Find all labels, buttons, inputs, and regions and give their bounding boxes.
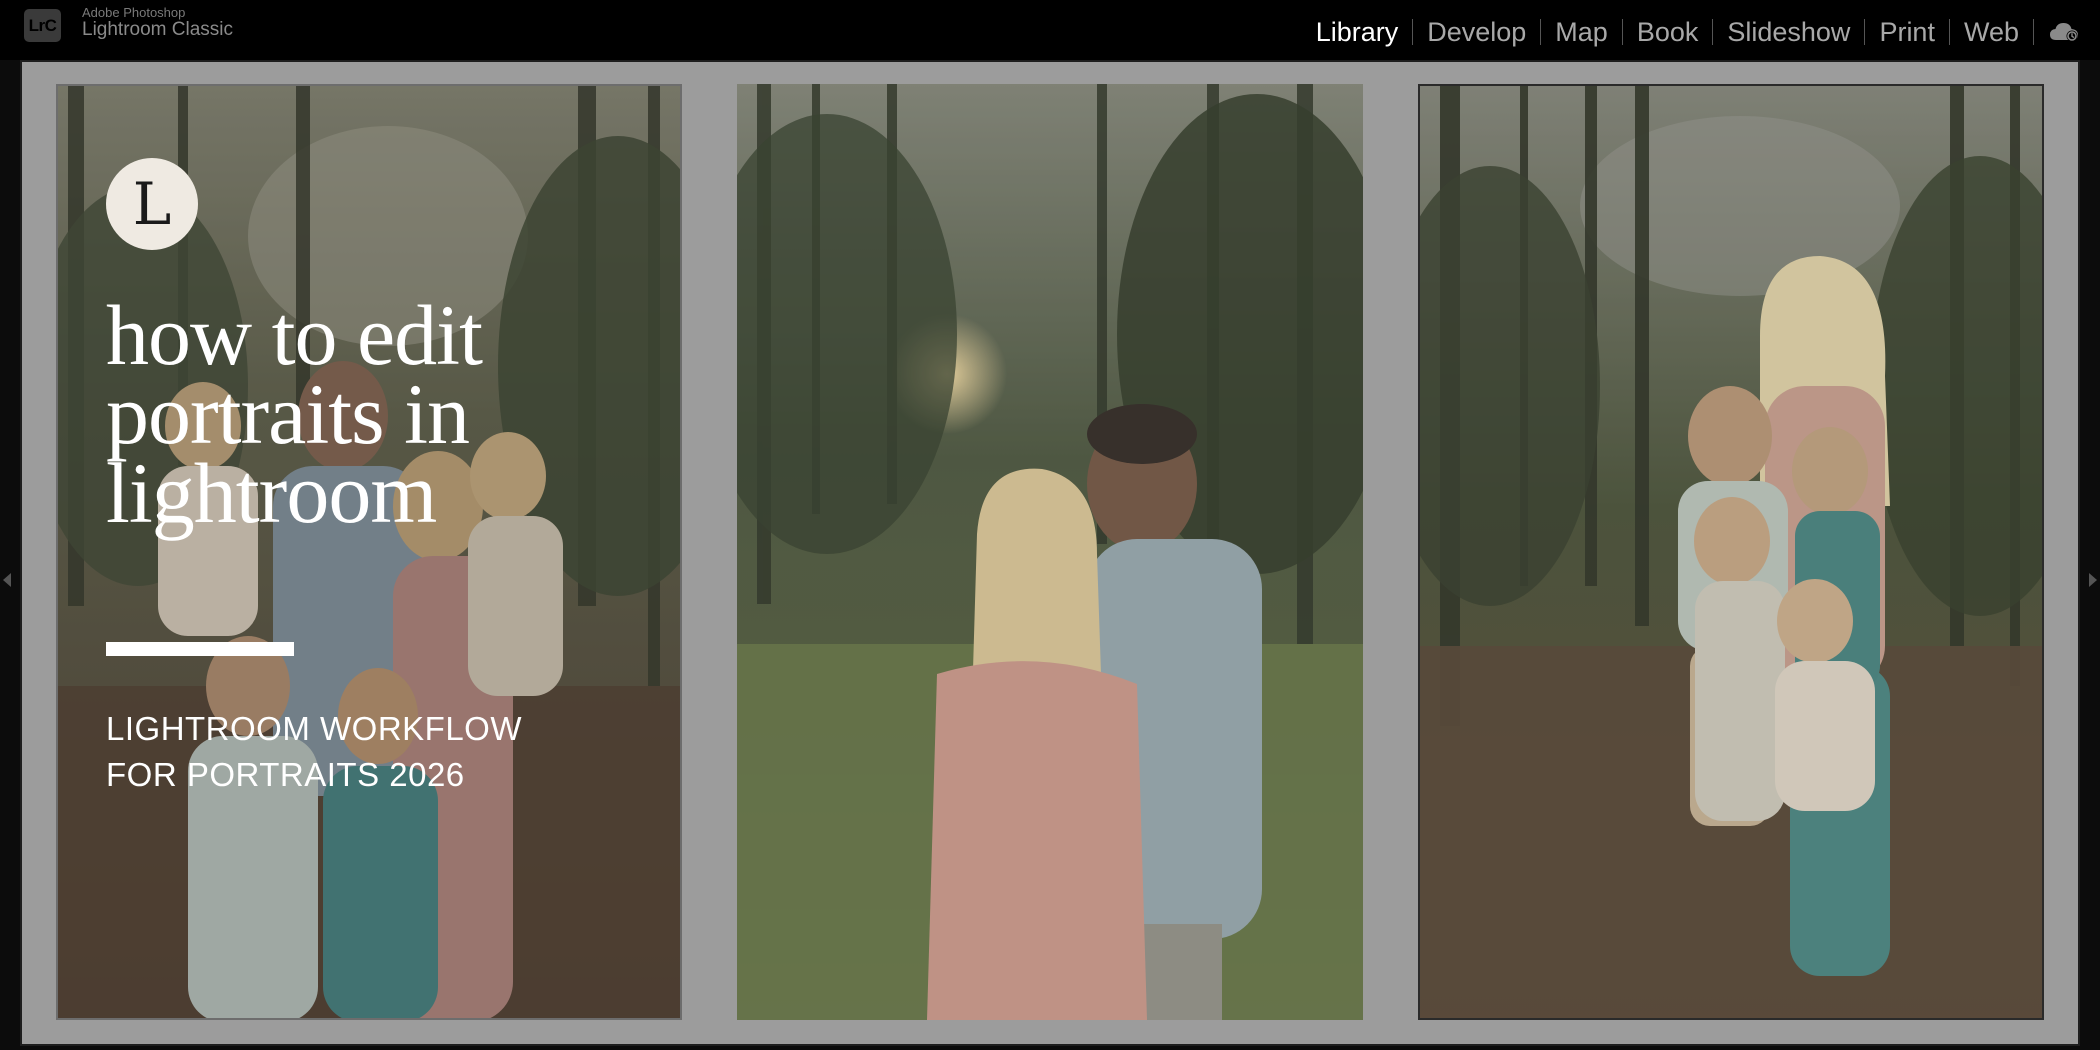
module-library[interactable]: Library xyxy=(1302,17,1413,48)
overlay-headline: how to edit portraits in lightroom xyxy=(106,287,483,542)
app-vendor-label: Adobe Photoshop xyxy=(82,5,186,20)
module-bar: LrC Adobe Photoshop Lightroom Classic Li… xyxy=(0,0,2100,60)
photo-family-title[interactable]: L how to edit portraits in lightroom LIG… xyxy=(56,84,682,1020)
headline-divider xyxy=(106,642,294,656)
module-print[interactable]: Print xyxy=(1865,17,1949,48)
left-panel-toggle-icon[interactable] xyxy=(3,573,11,587)
brand-logo-mark: L xyxy=(106,158,198,250)
overlay-subheading: LIGHTROOM WORKFLOW FOR PORTRAITS 2026 xyxy=(106,710,522,793)
cloud-sync-icon[interactable] xyxy=(2048,20,2080,44)
module-slideshow[interactable]: Slideshow xyxy=(1713,17,1864,48)
module-map[interactable]: Map xyxy=(1541,17,1622,48)
photo-family-children[interactable] xyxy=(1418,84,2044,1020)
photo-couple[interactable] xyxy=(737,84,1363,1020)
lrc-logo: LrC xyxy=(24,9,61,42)
module-web[interactable]: Web xyxy=(1950,17,2033,48)
right-panel-toggle-icon[interactable] xyxy=(2089,573,2097,587)
app-product-label: Lightroom Classic xyxy=(82,19,233,40)
module-picker: Library Develop Map Book Slideshow Print… xyxy=(1302,14,2034,50)
module-develop[interactable]: Develop xyxy=(1413,17,1540,48)
module-separator xyxy=(2033,19,2034,45)
photo-dim-overlay xyxy=(1420,86,2042,1018)
module-book[interactable]: Book xyxy=(1623,17,1713,48)
photo-dim-overlay xyxy=(737,84,1363,1020)
